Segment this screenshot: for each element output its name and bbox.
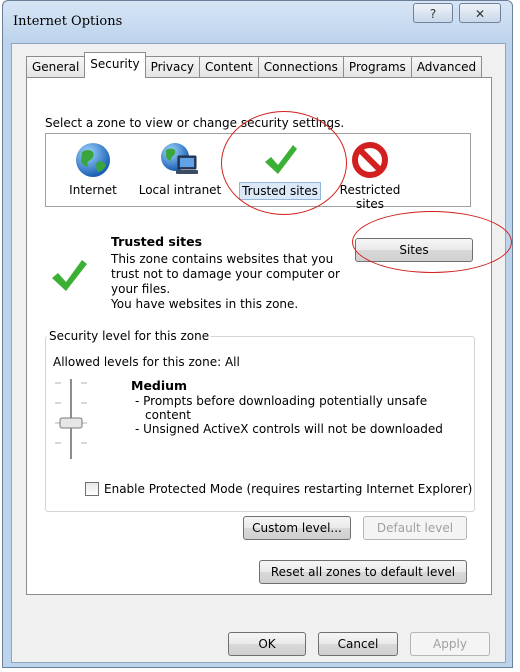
tab-strip: General Security Privacy Content Connect… [26, 52, 483, 78]
globe-icon [76, 143, 110, 177]
description-line: This zone contains websites that you [111, 252, 334, 266]
security-level-legend: Security level for this zone [47, 329, 212, 343]
level-line: content [145, 408, 191, 422]
allowed-levels-label: Allowed levels for this zone: All [53, 355, 240, 369]
default-level-button[interactable]: Default level [363, 516, 467, 540]
zone-local-intranet[interactable]: Local intranet [134, 134, 226, 206]
close-icon: ✕ [474, 7, 486, 21]
zone-trusted-sites[interactable]: Trusted sites [236, 134, 324, 206]
zone-label: Restricted sites [339, 183, 401, 211]
tab-security[interactable]: Security [84, 52, 146, 78]
zone-list: Internet Local intranet Trusted sites Re… [45, 133, 471, 211]
zone-restricted-sites[interactable]: Restricted sites [332, 134, 408, 211]
trusted-sites-checkmark-icon [52, 260, 87, 291]
no-entry-icon [352, 142, 388, 178]
help-button[interactable]: ? [413, 3, 453, 23]
intranet-icon [161, 143, 198, 174]
custom-level-button[interactable]: Custom level... [243, 516, 351, 540]
tab-general[interactable]: General [26, 56, 86, 78]
tab-connections[interactable]: Connections [257, 56, 344, 78]
apply-button[interactable]: Apply [410, 632, 490, 656]
help-icon: ? [429, 7, 437, 21]
tab-content[interactable]: Content [199, 56, 259, 78]
window-title: Internet Options [13, 14, 123, 29]
reset-all-zones-button[interactable]: Reset all zones to default level [259, 560, 467, 584]
protected-mode-checkbox[interactable] [85, 482, 99, 496]
protected-mode-label: Enable Protected Mode (requires restarti… [104, 482, 473, 496]
level-line: - Prompts before downloading potentially… [135, 394, 428, 408]
security-level-name: Medium [131, 378, 188, 393]
level-line: - Unsigned ActiveX controls will not be … [135, 422, 443, 436]
protected-mode-row[interactable]: Enable Protected Mode (requires restarti… [85, 482, 472, 496]
zone-label: Trusted sites [239, 182, 321, 200]
tab-programs[interactable]: Programs [342, 56, 412, 78]
sites-button[interactable]: Sites [355, 238, 473, 262]
cancel-button[interactable]: Cancel [318, 632, 398, 656]
ok-button[interactable]: OK [228, 632, 306, 656]
dialog-client-area: General Security Privacy Content Connect… [11, 43, 506, 663]
zone-label: Local intranet [138, 183, 222, 197]
internet-options-window: Internet Options ? ✕ General Security Pr… [2, 0, 513, 668]
title-bar: Internet Options ? ✕ [3, 1, 512, 43]
zone-internet[interactable]: Internet [54, 134, 132, 206]
security-level-description: - Prompts before downloading potentially… [135, 394, 443, 436]
zone-label: Internet [69, 183, 117, 197]
security-level-slider[interactable] [51, 373, 91, 465]
close-button[interactable]: ✕ [459, 3, 501, 23]
description-line: your files. [111, 282, 171, 296]
tab-advanced[interactable]: Advanced [410, 56, 483, 78]
description-line: trust not to damage your computer or [111, 267, 340, 281]
description-line: You have websites in this zone. [111, 297, 299, 311]
zone-detail-description: This zone contains websites that you tru… [111, 252, 351, 312]
security-tab-panel: Select a zone to view or change security… [26, 77, 492, 595]
zone-detail-title: Trusted sites [111, 234, 203, 249]
zone-prompt: Select a zone to view or change security… [45, 116, 345, 130]
tab-privacy[interactable]: Privacy [144, 56, 201, 78]
checkmark-icon [265, 145, 297, 174]
